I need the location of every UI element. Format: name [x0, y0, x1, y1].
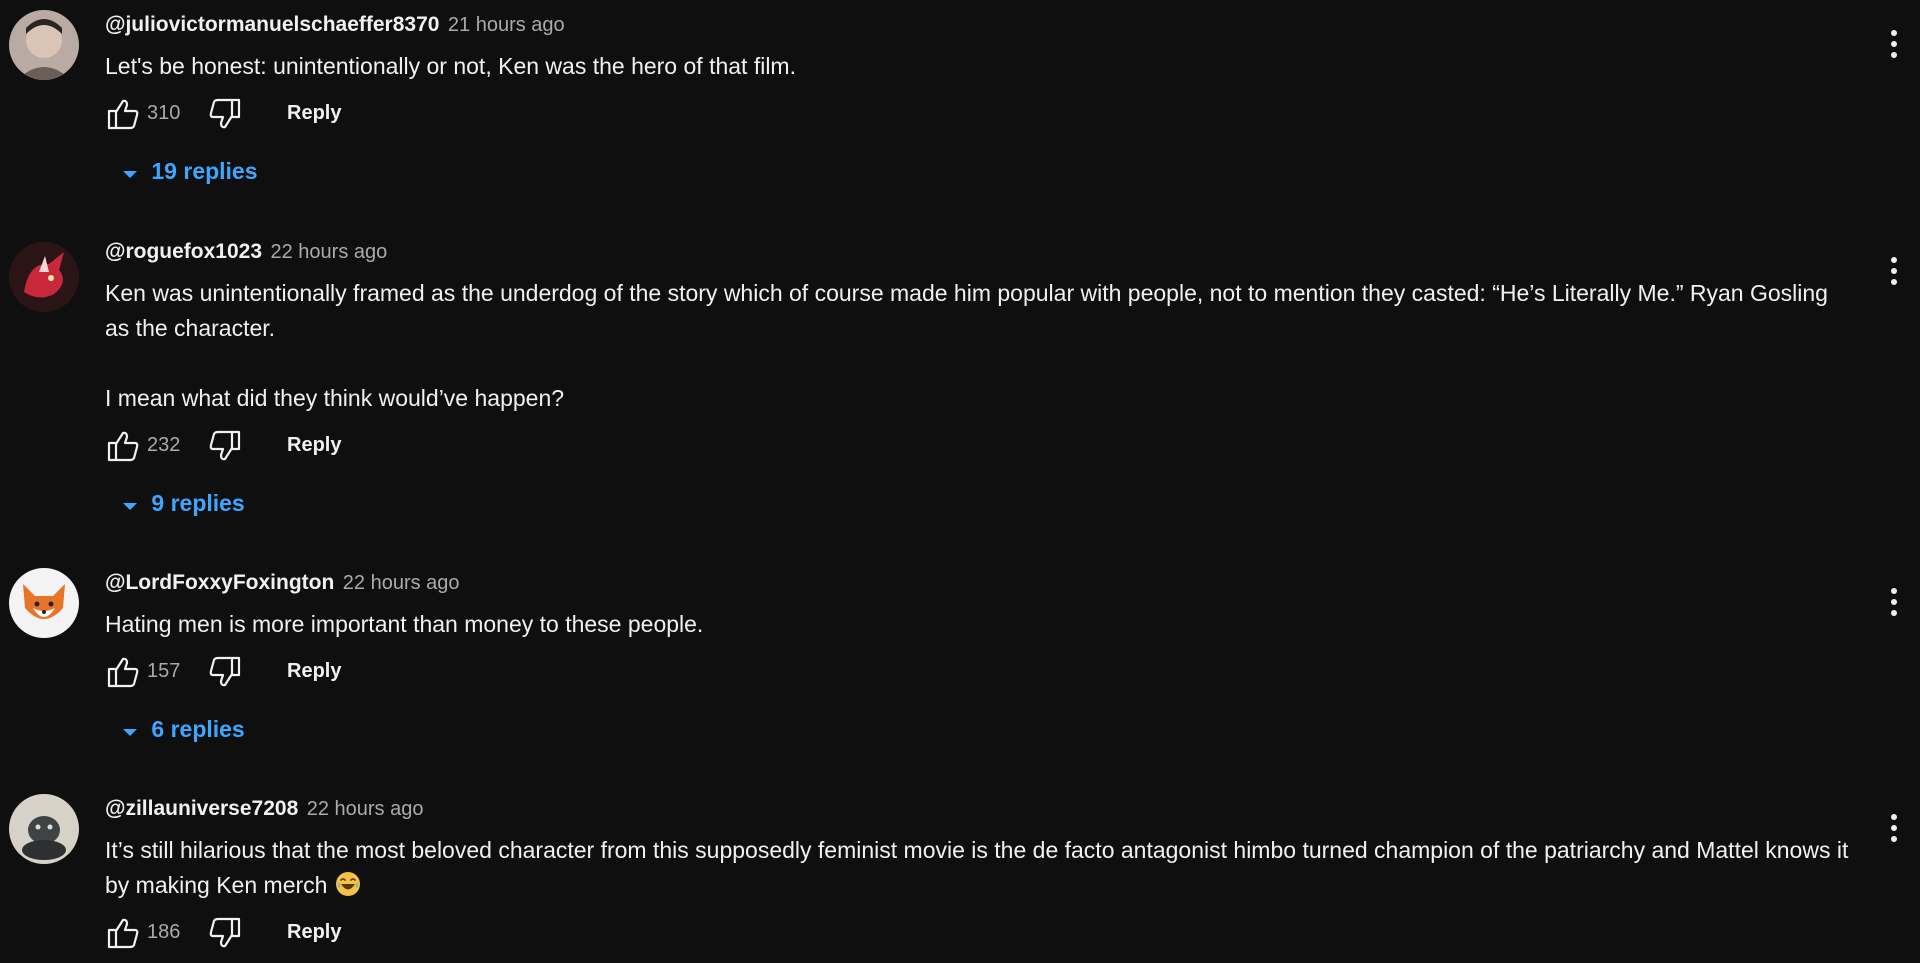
comment-timestamp[interactable]: 22 hours ago [307, 798, 424, 820]
comment-text: Ken was unintentionally framed as the un… [105, 280, 1828, 411]
like-count: 310 [147, 102, 181, 124]
thumbs-down-icon[interactable] [207, 428, 243, 464]
caret-down-icon [123, 728, 137, 736]
comment-actions: 310 Reply 19 replies [105, 96, 1850, 184]
comment-header: @roguefox1023 22 hours ago [105, 237, 1850, 267]
comment-text-content: It’s still hilarious that the most belov… [105, 837, 1855, 898]
thumbs-down-icon[interactable] [207, 915, 243, 951]
godzilla-figure-avatar-icon [9, 794, 79, 864]
person-photo-avatar-icon [9, 10, 79, 80]
comment-timestamp[interactable]: 22 hours ago [343, 572, 460, 594]
more-actions-button[interactable] [1888, 814, 1900, 846]
more-actions-button[interactable] [1888, 30, 1900, 62]
more-vert-icon [1891, 588, 1897, 594]
thumbs-up-icon[interactable] [105, 96, 141, 132]
reply-button[interactable]: Reply [287, 660, 341, 683]
avatar[interactable] [9, 242, 79, 312]
caret-down-icon [123, 502, 137, 510]
comment-header: @juliovictormanuelschaeffer8370 21 hours… [105, 10, 1850, 40]
thumbs-up-icon[interactable] [105, 428, 141, 464]
more-vert-icon [1891, 814, 1897, 820]
thumbs-down-icon[interactable] [207, 654, 243, 690]
comment-actions: 157 Reply 6 replies [105, 654, 1850, 742]
caret-down-icon [123, 170, 137, 178]
comment-author[interactable]: @juliovictormanuelschaeffer8370 [105, 13, 439, 36]
comments-section: @juliovictormanuelschaeffer8370 21 hours… [0, 0, 1920, 963]
comment-timestamp[interactable]: 22 hours ago [270, 241, 387, 263]
comment-timestamp[interactable]: 21 hours ago [448, 14, 565, 36]
view-replies-button[interactable]: 9 replies [115, 486, 245, 520]
like-count: 232 [147, 434, 181, 456]
like-count: 157 [147, 660, 181, 682]
more-vert-icon [1891, 257, 1897, 263]
thumbs-up-icon[interactable] [105, 915, 141, 951]
reply-button[interactable]: Reply [287, 921, 341, 944]
thumbs-down-icon[interactable] [207, 96, 243, 132]
comment-author[interactable]: @LordFoxxyFoxington [105, 571, 334, 594]
like-count: 186 [147, 921, 181, 943]
avatar[interactable] [9, 568, 79, 638]
reply-button[interactable]: Reply [287, 102, 341, 125]
comment-header: @zillauniverse7208 22 hours ago [105, 794, 1850, 824]
view-replies-button[interactable]: 6 replies [115, 712, 245, 746]
avatar[interactable] [9, 10, 79, 80]
red-fox-avatar-icon [9, 242, 79, 312]
comment-body: @roguefox1023 22 hours ago Ken was unint… [105, 237, 1850, 516]
reply-button[interactable]: Reply [287, 434, 341, 457]
replies-count: 6 replies [151, 716, 245, 742]
more-actions-button[interactable] [1888, 257, 1900, 289]
comment-text: It’s still hilarious that the most belov… [105, 833, 1850, 903]
laughing-tears-emoji-icon [336, 872, 361, 896]
comment-actions: 232 Reply 9 replies [105, 428, 1850, 516]
comment-text: Hating men is more important than money … [105, 611, 704, 637]
comment-actions: 186 Reply [105, 915, 1850, 955]
thumbs-up-icon[interactable] [105, 654, 141, 690]
more-vert-icon [1891, 30, 1897, 36]
avatar[interactable] [9, 794, 79, 864]
comment-body: @juliovictormanuelschaeffer8370 21 hours… [105, 10, 1850, 184]
cartoon-fox-avatar-icon [9, 568, 79, 638]
more-actions-button[interactable] [1888, 588, 1900, 620]
comment-body: @zillauniverse7208 22 hours ago It’s sti… [105, 794, 1850, 955]
comment-body: @LordFoxxyFoxington 22 hours ago Hating … [105, 568, 1850, 742]
view-replies-button[interactable]: 19 replies [115, 154, 258, 188]
comment-text: Let's be honest: unintentionally or not,… [105, 53, 796, 79]
replies-count: 19 replies [151, 158, 258, 184]
replies-count: 9 replies [151, 490, 245, 516]
comment-author[interactable]: @roguefox1023 [105, 240, 262, 263]
comment-author[interactable]: @zillauniverse7208 [105, 797, 298, 820]
comment-header: @LordFoxxyFoxington 22 hours ago [105, 568, 1850, 598]
